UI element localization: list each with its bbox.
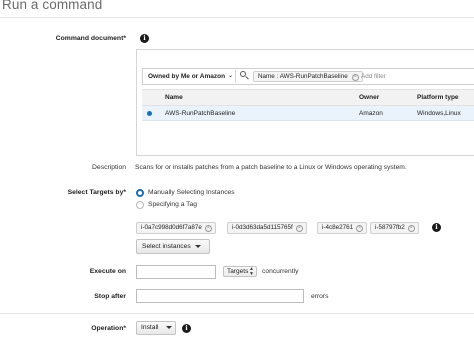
operation-info-icon[interactable]: i [182, 324, 191, 333]
command-document-info-icon[interactable]: i [140, 34, 149, 43]
updown-arrows-icon: ▲ ▼ [249, 266, 254, 277]
operation-label: Operation* [91, 325, 126, 332]
title-divider [0, 17, 474, 18]
document-name: AWS-RunPatchBaseline [165, 110, 236, 117]
remove-filter-icon[interactable]: × [351, 73, 359, 81]
tag-label[interactable]: Specifying a Tag [148, 201, 197, 208]
column-header-name[interactable]: Name [165, 90, 183, 106]
table-header: Name Owner Platform type [142, 89, 474, 106]
filter-bar: Owned by Me or Amazon ⌄ Name : AWS-RunPa… [142, 68, 474, 85]
remove-instance-icon[interactable]: × [407, 225, 415, 232]
chevron-down-icon: ⌄ [228, 73, 234, 79]
command-document-label: Command document* [55, 35, 126, 42]
add-filter-input[interactable]: Add filter [361, 71, 386, 82]
select-instances-button[interactable]: Select instances [136, 239, 210, 254]
column-header-platform[interactable]: Platform type [417, 90, 459, 106]
description-label: Description [92, 164, 126, 171]
operation-value: Install [141, 324, 159, 331]
stop-after-label: Stop after [94, 293, 126, 300]
select-instances-label: Select instances [142, 243, 191, 250]
execute-on-label: Execute on [89, 268, 126, 275]
table-row[interactable]: AWS-RunPatchBaseline Amazon Windows,Linu… [142, 106, 474, 121]
tag-radio[interactable] [136, 201, 144, 209]
remove-instance-icon[interactable]: × [204, 225, 212, 232]
filter-token-label: Name : AWS-RunPatchBaseline [258, 73, 348, 80]
caret-down-icon [194, 244, 201, 248]
description-text: Scans for or installs patches from a pat… [135, 164, 407, 171]
manual-instances-label[interactable]: Manually Selecting Instances [148, 189, 235, 196]
instance-id: i-0d3d63da5d115765f [232, 224, 293, 231]
execute-on-unit-value: Targets [227, 268, 249, 275]
instance-id: i-4c8e2761 [322, 224, 354, 231]
targets-info-icon[interactable]: i [432, 223, 441, 232]
remove-instance-icon[interactable]: × [295, 225, 303, 232]
owner-filter-value: Owned by Me or Amazon [148, 73, 226, 80]
remove-instance-icon[interactable]: × [356, 225, 364, 232]
caret-down-icon [166, 325, 173, 329]
instance-id: i-58797fb2 [375, 224, 405, 231]
section-divider [0, 313, 474, 314]
select-targets-label: Select Targets by* [67, 189, 126, 196]
document-platform: Windows,Linux [417, 110, 461, 117]
execute-on-input[interactable] [136, 265, 216, 279]
instance-chip[interactable]: i-58797fb2 × [370, 222, 419, 234]
instance-id: i-0a7c998d0d6f7a87e [141, 224, 202, 231]
column-header-owner[interactable]: Owner [359, 90, 379, 106]
owner-filter-select[interactable]: Owned by Me or Amazon ⌄ [144, 70, 236, 83]
document-owner: Amazon [359, 110, 383, 117]
row-selected-radio[interactable] [147, 111, 152, 116]
page-title: Run a command [2, 0, 103, 12]
operation-select[interactable]: Install [136, 321, 176, 335]
manual-instances-radio[interactable] [136, 189, 144, 197]
execute-on-unit-select[interactable]: Targets ▲ ▼ [223, 266, 257, 277]
instance-chip[interactable]: i-0d3d63da5d115765f × [227, 222, 307, 234]
instance-chip[interactable]: i-0a7c998d0d6f7a87e × [136, 222, 216, 234]
instance-chip[interactable]: i-4c8e2761 × [317, 222, 368, 234]
execute-on-suffix: concurrently [262, 268, 299, 275]
stop-after-suffix: errors [311, 293, 329, 300]
stop-after-input[interactable] [136, 289, 304, 303]
filter-token[interactable]: Name : AWS-RunPatchBaseline × [253, 71, 363, 82]
search-icon [240, 71, 249, 81]
